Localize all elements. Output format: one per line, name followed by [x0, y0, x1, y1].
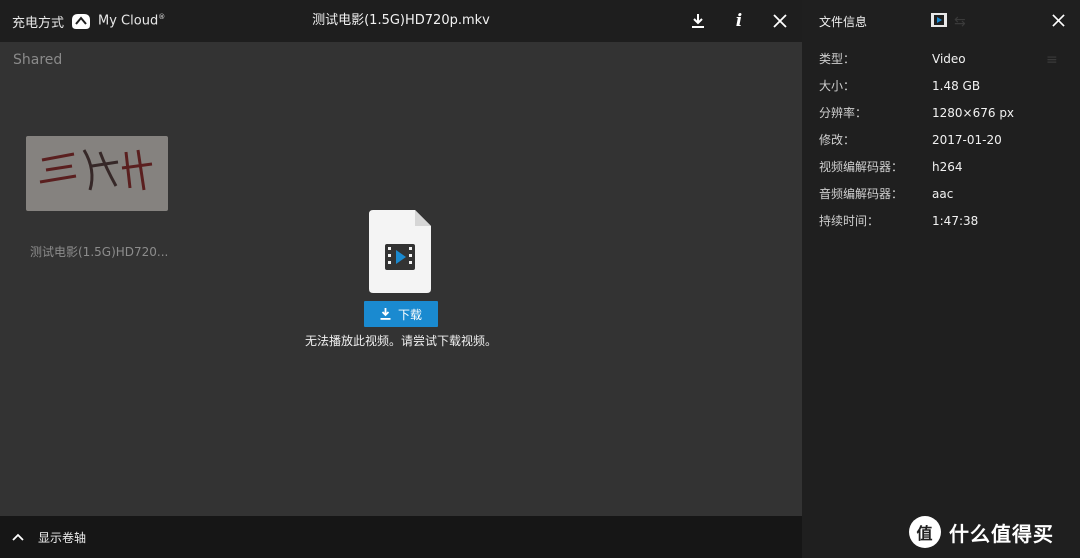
viewer-toolbar: 充电方式 My Cloud® 测试电影(1.5G)HD720p.mkv i: [0, 0, 802, 42]
filmstrip-toggle-label: 显示卷轴: [38, 530, 87, 545]
viewer-stage: 下载 无法播放此视频。请尝试下载视频。: [0, 42, 802, 516]
video-type-icon: [931, 13, 947, 27]
info-value: 2017-01-20: [932, 132, 1002, 147]
info-value: 1280×676 px: [932, 105, 1015, 120]
playback-error-message: 无法播放此视频。请尝试下载视频。: [304, 334, 497, 348]
info-value: aac: [932, 186, 954, 201]
download-label: 下载: [397, 307, 422, 322]
info-value: h264: [932, 159, 963, 174]
info-button[interactable]: i: [729, 11, 749, 31]
product-text: My Cloud: [98, 13, 159, 29]
watermark-text: 什么值得买: [949, 521, 1054, 546]
close-panel-button[interactable]: [1048, 9, 1068, 31]
info-row: 音频编解码器： aac: [819, 180, 1014, 207]
panel-title: 文件信息: [819, 15, 868, 29]
chevron-up-icon: [12, 533, 24, 541]
info-value: Video: [932, 51, 966, 66]
download-button[interactable]: [688, 11, 708, 31]
list-icon: ≡: [1046, 52, 1058, 68]
info-row: 大小： 1.48 GB: [819, 72, 1014, 99]
info-key: 持续时间：: [819, 214, 880, 228]
share-icon: ⇆: [954, 14, 966, 30]
close-viewer-button[interactable]: [770, 11, 790, 31]
brand-prefix: 充电方式: [12, 15, 65, 31]
info-key: 视频编解码器：: [819, 160, 904, 174]
info-row: 类型： Video: [819, 45, 1014, 72]
info-key: 类型：: [819, 52, 856, 66]
info-icon: i: [735, 11, 743, 31]
info-key: 分辨率：: [819, 106, 868, 120]
info-key: 修改：: [819, 133, 856, 147]
filmstrip-toggle[interactable]: 显示卷轴: [0, 516, 802, 558]
watermark-logo-icon: 值: [909, 516, 941, 548]
file-info-panel: 文件信息 ⇆ ≡ 类型： Video 大小： 1.48 GB 分辨率： 1280×67…: [802, 0, 1080, 558]
download-video-button[interactable]: 下载: [364, 301, 438, 327]
video-file-icon: [369, 210, 431, 293]
info-row: 分辨率： 1280×676 px: [819, 99, 1014, 126]
download-icon: [380, 308, 391, 320]
info-row: 持续时间： 1:47:38: [819, 207, 1014, 234]
info-value: 1:47:38: [932, 213, 979, 228]
info-value: 1.48 GB: [932, 78, 981, 93]
cloud-logo-icon: [72, 14, 91, 29]
file-info-table: 类型： Video 大小： 1.48 GB 分辨率： 1280×676 px 修改： 2…: [819, 45, 1014, 234]
info-row: 视频编解码器： h264: [819, 153, 1014, 180]
info-row: 修改： 2017-01-20: [819, 126, 1014, 153]
product-name: My Cloud®: [98, 13, 165, 28]
watermark: 值 什么值得买: [909, 514, 1054, 550]
download-icon: [692, 14, 704, 28]
close-icon: [773, 14, 787, 28]
info-key: 大小：: [819, 79, 856, 93]
registered-mark: ®: [158, 13, 166, 22]
brand: 充电方式 My Cloud®: [12, 0, 165, 42]
info-key: 音频编解码器：: [819, 187, 904, 201]
close-icon: [1051, 13, 1065, 27]
